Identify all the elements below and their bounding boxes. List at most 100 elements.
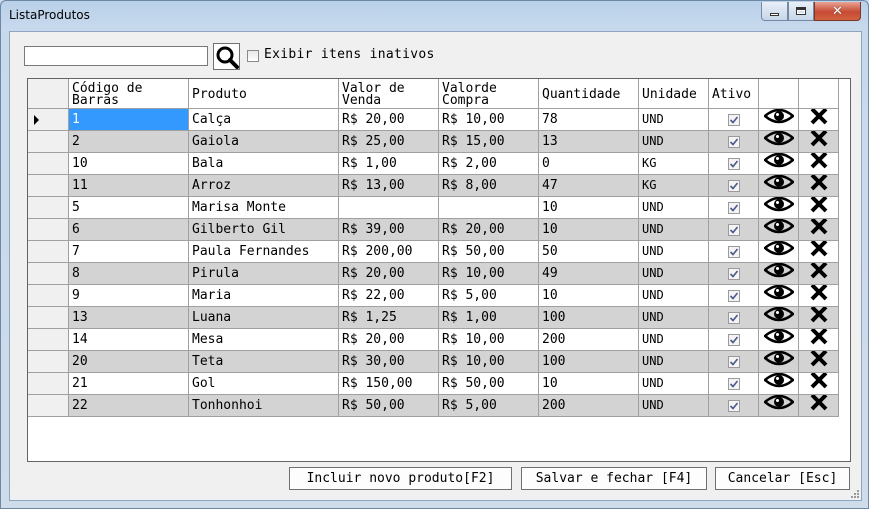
minimize-button[interactable] <box>761 2 788 21</box>
table-row[interactable]: 13 Luana R$ 1,25 R$ 1,00 100 UND <box>28 307 839 329</box>
cell-produto[interactable]: Pirula <box>189 263 339 285</box>
cell-produto[interactable]: Paula Fernandes <box>189 241 339 263</box>
cell-venda[interactable]: R$ 20,00 <box>339 109 439 131</box>
active-checkbox[interactable] <box>727 399 740 412</box>
cell-codigo[interactable]: 8 <box>69 263 189 285</box>
cell-codigo[interactable]: 20 <box>69 351 189 373</box>
delete-button[interactable] <box>799 197 839 219</box>
cell-compra[interactable]: R$ 10,00 <box>439 351 539 373</box>
cell-unidade[interactable]: UND <box>639 307 709 329</box>
cell-venda[interactable]: R$ 1,25 <box>339 307 439 329</box>
cell-codigo[interactable]: 21 <box>69 373 189 395</box>
cell-ativo[interactable] <box>709 153 759 175</box>
cell-ativo[interactable] <box>709 307 759 329</box>
cell-produto[interactable]: Maria <box>189 285 339 307</box>
cell-compra[interactable]: R$ 15,00 <box>439 131 539 153</box>
cell-codigo[interactable]: 13 <box>69 307 189 329</box>
cell-produto[interactable]: Tonhonhoi <box>189 395 339 417</box>
close-button[interactable]: ✕ <box>814 2 861 21</box>
cell-produto[interactable]: Arroz <box>189 175 339 197</box>
row-header[interactable] <box>28 197 69 219</box>
cell-unidade[interactable]: UND <box>639 197 709 219</box>
search-button[interactable] <box>213 43 240 70</box>
col-header-quantidade[interactable]: Quantidade <box>539 79 639 109</box>
products-grid[interactable]: Código de Barras Produto Valor de Venda Va… <box>27 78 851 462</box>
active-checkbox[interactable] <box>727 289 740 302</box>
cell-unidade[interactable]: UND <box>639 395 709 417</box>
cell-ativo[interactable] <box>709 109 759 131</box>
cell-venda[interactable]: R$ 1,00 <box>339 153 439 175</box>
active-checkbox[interactable] <box>727 223 740 236</box>
cell-produto[interactable]: Luana <box>189 307 339 329</box>
resize-grip-icon[interactable] <box>849 488 859 498</box>
view-button[interactable] <box>759 197 799 219</box>
cell-compra[interactable]: R$ 20,00 <box>439 219 539 241</box>
table-row[interactable]: 21 Gol R$ 150,00 R$ 50,00 10 UND <box>28 373 839 395</box>
view-button[interactable] <box>759 219 799 241</box>
cell-ativo[interactable] <box>709 131 759 153</box>
col-header-view[interactable] <box>759 79 799 109</box>
row-header[interactable] <box>28 373 69 395</box>
cell-produto[interactable]: Teta <box>189 351 339 373</box>
cell-ativo[interactable] <box>709 351 759 373</box>
cell-unidade[interactable]: UND <box>639 329 709 351</box>
cell-venda[interactable]: R$ 22,00 <box>339 285 439 307</box>
col-header-ativo[interactable]: Ativo <box>709 79 759 109</box>
cell-codigo[interactable]: 10 <box>69 153 189 175</box>
active-checkbox[interactable] <box>727 355 740 368</box>
active-checkbox[interactable] <box>727 333 740 346</box>
cell-venda[interactable]: R$ 20,00 <box>339 263 439 285</box>
cell-produto[interactable]: Calça <box>189 109 339 131</box>
row-header[interactable] <box>28 395 69 417</box>
cell-produto[interactable]: Gilberto Gil <box>189 219 339 241</box>
add-product-button[interactable]: Incluir novo produto[F2] <box>289 467 512 490</box>
cell-ativo[interactable] <box>709 219 759 241</box>
table-row[interactable]: 2 Gaiola R$ 25,00 R$ 15,00 13 UND <box>28 131 839 153</box>
cell-unidade[interactable]: KG <box>639 153 709 175</box>
cell-compra[interactable]: R$ 5,00 <box>439 395 539 417</box>
view-button[interactable] <box>759 329 799 351</box>
cell-unidade[interactable]: UND <box>639 219 709 241</box>
cell-venda[interactable] <box>339 197 439 219</box>
active-checkbox[interactable] <box>727 135 740 148</box>
delete-button[interactable] <box>799 395 839 417</box>
cell-ativo[interactable] <box>709 263 759 285</box>
search-input[interactable] <box>24 46 208 66</box>
cell-quantidade[interactable]: 49 <box>539 263 639 285</box>
cell-codigo[interactable]: 1 <box>69 109 189 131</box>
view-button[interactable] <box>759 285 799 307</box>
table-row[interactable]: 11 Arroz R$ 13,00 R$ 8,00 47 KG <box>28 175 839 197</box>
row-header[interactable] <box>28 263 69 285</box>
cell-compra[interactable]: R$ 10,00 <box>439 109 539 131</box>
row-header[interactable] <box>28 131 69 153</box>
table-row[interactable]: 1 Calça R$ 20,00 R$ 10,00 78 UND <box>28 109 839 131</box>
delete-button[interactable] <box>799 153 839 175</box>
cell-quantidade[interactable]: 10 <box>539 197 639 219</box>
cell-ativo[interactable] <box>709 395 759 417</box>
delete-button[interactable] <box>799 351 839 373</box>
cell-quantidade[interactable]: 78 <box>539 109 639 131</box>
active-checkbox[interactable] <box>727 377 740 390</box>
active-checkbox[interactable] <box>727 157 740 170</box>
view-button[interactable] <box>759 395 799 417</box>
view-button[interactable] <box>759 351 799 373</box>
cell-venda[interactable]: R$ 20,00 <box>339 329 439 351</box>
row-header[interactable] <box>28 153 69 175</box>
row-header[interactable] <box>28 285 69 307</box>
cell-codigo[interactable]: 9 <box>69 285 189 307</box>
active-checkbox[interactable] <box>727 245 740 258</box>
cell-produto[interactable]: Gaiola <box>189 131 339 153</box>
cell-quantidade[interactable]: 100 <box>539 351 639 373</box>
cell-codigo[interactable]: 5 <box>69 197 189 219</box>
delete-button[interactable] <box>799 241 839 263</box>
cell-unidade[interactable]: UND <box>639 285 709 307</box>
table-row[interactable]: 20 Teta R$ 30,00 R$ 10,00 100 UND <box>28 351 839 373</box>
active-checkbox[interactable] <box>727 267 740 280</box>
cell-codigo[interactable]: 6 <box>69 219 189 241</box>
row-header[interactable] <box>28 307 69 329</box>
cell-codigo[interactable]: 14 <box>69 329 189 351</box>
active-checkbox[interactable] <box>727 201 740 214</box>
cell-produto[interactable]: Mesa <box>189 329 339 351</box>
view-button[interactable] <box>759 263 799 285</box>
table-row[interactable]: 9 Maria R$ 22,00 R$ 5,00 10 UND <box>28 285 839 307</box>
